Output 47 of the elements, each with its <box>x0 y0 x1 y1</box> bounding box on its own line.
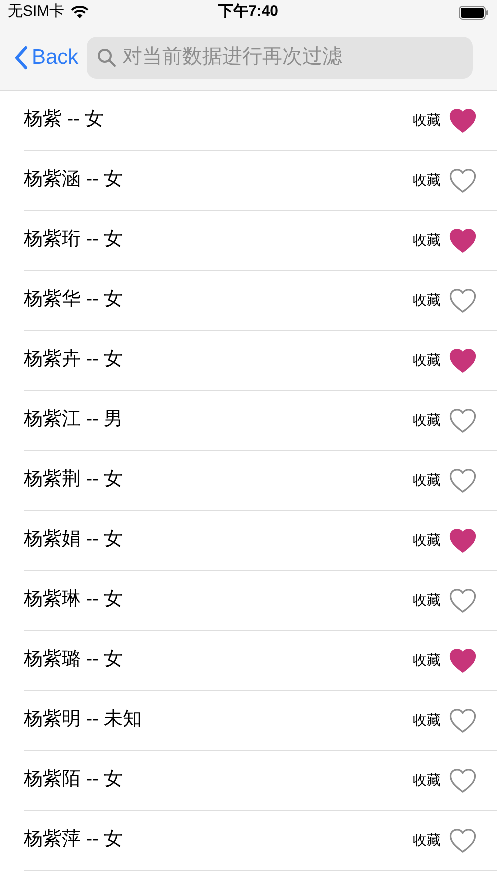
favorite-label: 收藏 <box>413 531 441 550</box>
heart-outline-icon[interactable] <box>449 768 477 794</box>
favorite-label: 收藏 <box>413 351 441 370</box>
favorite-label: 收藏 <box>413 291 441 310</box>
carrier-label: 无SIM卡 <box>8 2 65 22</box>
favorite-label: 收藏 <box>413 591 441 610</box>
row-title: 杨紫 -- 女 <box>24 108 104 132</box>
back-button[interactable]: Back <box>14 42 79 74</box>
filled-heart-icon[interactable] <box>449 228 477 254</box>
favorite-label: 收藏 <box>413 411 441 430</box>
filled-heart-icon[interactable] <box>449 348 477 374</box>
heart-outline-icon[interactable] <box>449 288 477 314</box>
favorite-label: 收藏 <box>413 711 441 730</box>
row-title: 杨紫陌 -- 女 <box>24 768 124 792</box>
row-title: 杨紫璐 -- 女 <box>24 648 124 672</box>
favorite-label: 收藏 <box>413 831 441 850</box>
heart-outline-icon[interactable] <box>449 828 477 854</box>
filled-heart-icon[interactable] <box>449 108 477 134</box>
row-title: 杨紫娟 -- 女 <box>24 528 124 552</box>
wifi-icon <box>70 6 89 19</box>
heart-outline-icon[interactable] <box>449 708 477 734</box>
row-title: 杨紫珩 -- 女 <box>24 228 124 252</box>
favorite-label: 收藏 <box>413 651 441 670</box>
search-icon <box>96 48 117 68</box>
favorite-label: 收藏 <box>413 771 441 790</box>
filled-heart-icon[interactable] <box>449 528 477 554</box>
filled-heart-icon[interactable] <box>449 648 477 674</box>
row-title: 杨紫萍 -- 女 <box>24 828 124 852</box>
row-title: 杨紫华 -- 女 <box>24 288 124 312</box>
row-title: 杨紫江 -- 男 <box>24 408 124 432</box>
favorite-label: 收藏 <box>413 471 441 490</box>
row-title: 杨紫明 -- 未知 <box>24 708 142 732</box>
favorite-label: 收藏 <box>413 111 441 130</box>
search-field[interactable]: 对当前数据进行再次过滤 <box>86 36 473 78</box>
favorite-label: 收藏 <box>413 171 441 190</box>
heart-outline-icon[interactable] <box>449 168 477 194</box>
chevron-left-icon <box>14 46 28 70</box>
heart-outline-icon[interactable] <box>449 408 477 434</box>
row-title: 杨紫荆 -- 女 <box>24 468 124 492</box>
row-title: 杨紫琳 -- 女 <box>24 588 124 612</box>
row-title: 杨紫涵 -- 女 <box>24 168 124 192</box>
battery-icon <box>459 6 489 20</box>
favorite-label: 收藏 <box>413 231 441 250</box>
status-time: 下午7:40 <box>218 2 279 22</box>
heart-outline-icon[interactable] <box>449 588 477 614</box>
row-title: 杨紫卉 -- 女 <box>24 348 124 372</box>
heart-outline-icon[interactable] <box>449 468 477 494</box>
